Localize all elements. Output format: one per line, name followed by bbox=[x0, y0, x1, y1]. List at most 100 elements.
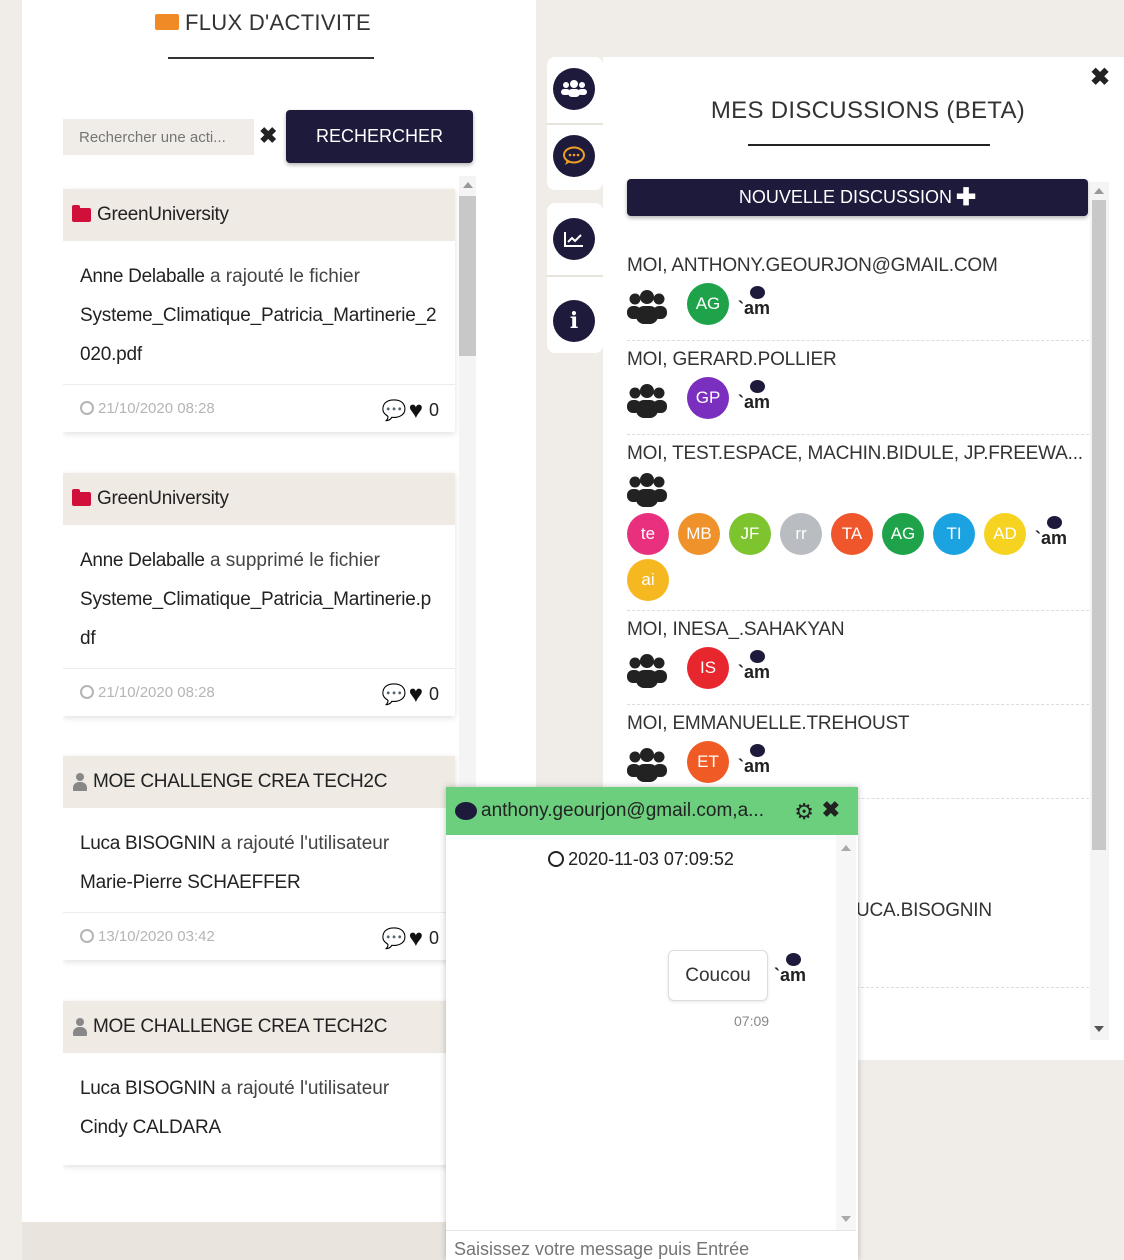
discussion-item[interactable]: MOI, ANTHONY.GEOURJON@GMAIL.COM AG `am bbox=[627, 255, 1089, 341]
activity-search-input[interactable] bbox=[63, 119, 254, 155]
object-name[interactable]: Systeme_Climatique_Patricia_Martinerie.p… bbox=[80, 589, 431, 649]
clock-icon bbox=[80, 685, 94, 699]
heart-icon[interactable]: ♥ bbox=[409, 682, 423, 706]
message-bubble: Coucou bbox=[668, 950, 768, 1001]
discussion-item[interactable]: MOI, GERARD.POLLIER GP `am bbox=[627, 349, 1089, 435]
card-body: Anne Delaballe a rajouté le fichier Syst… bbox=[63, 241, 455, 384]
close-chat-icon[interactable]: ✖ bbox=[822, 797, 840, 823]
activity-card: MOE CHALLENGE CREA TECH2C Luca BISOGNIN … bbox=[63, 1001, 455, 1165]
scroll-thumb[interactable] bbox=[1092, 200, 1106, 850]
conversation-date-text: 2020-11-03 07:09:52 bbox=[568, 849, 734, 869]
discussion-name: MOI, EMMANUELLE.TREHOUST bbox=[627, 713, 910, 734]
group-icon-glyph bbox=[561, 80, 587, 97]
discussion-item[interactable]: UCA.BISOGNIN bbox=[856, 900, 1089, 988]
like-count: 0 bbox=[428, 684, 439, 704]
participant-avatar[interactable]: GP bbox=[687, 377, 729, 419]
settings-icon[interactable]: ⚙ bbox=[794, 799, 814, 825]
activity-card: GreenUniversity Anne Delaballe a rajouté… bbox=[63, 189, 455, 432]
group-icon bbox=[627, 746, 669, 782]
last-sender-avatar: `am bbox=[738, 650, 778, 690]
group-icon[interactable] bbox=[553, 68, 595, 110]
card-header[interactable]: GreenUniversity bbox=[63, 189, 455, 241]
scroll-up-icon[interactable] bbox=[1094, 188, 1104, 194]
scroll-up-icon[interactable] bbox=[841, 845, 851, 851]
message-input[interactable] bbox=[446, 1230, 856, 1260]
chart-line-icon[interactable] bbox=[553, 218, 595, 260]
card-header[interactable]: MOE CHALLENGE CREA TECH2C bbox=[63, 1001, 455, 1053]
chat-scrollbar[interactable] bbox=[836, 835, 856, 1230]
activity-title: FLUX D'ACTIVITE bbox=[155, 10, 371, 36]
chat-header[interactable]: anthony.geourjon@gmail.com,a... ⚙ ✖ bbox=[446, 787, 858, 835]
activity-card: MOE CHALLENGE CREA TECH2C Luca BISOGNIN … bbox=[63, 756, 455, 960]
chat-messages[interactable]: 2020-11-03 07:09:52 Coucou `am 07:09 bbox=[446, 835, 836, 1230]
actor-name[interactable]: Luca BISOGNIN bbox=[80, 833, 216, 854]
card-actions: 💬 ♥ 0 bbox=[382, 926, 439, 951]
activity-date: 21/10/2020 08:28 bbox=[80, 684, 215, 701]
actor-name[interactable]: Anne Delaballe bbox=[80, 266, 205, 287]
group-icon bbox=[627, 382, 669, 418]
card-header[interactable]: GreenUniversity bbox=[63, 473, 455, 525]
participant-avatar[interactable]: IS bbox=[687, 647, 729, 689]
like-count: 0 bbox=[428, 400, 439, 420]
card-body: Luca BISOGNIN a rajouté l'utilisateur Ma… bbox=[63, 808, 455, 912]
action-text: a rajouté l'utilisateur bbox=[220, 833, 390, 854]
discussion-item[interactable]: MOI, INESA_.SAHAKYAN IS `am bbox=[627, 619, 1089, 705]
clear-search-icon[interactable]: ✖ bbox=[259, 123, 277, 149]
space-name: GreenUniversity bbox=[97, 204, 229, 225]
participant-avatar[interactable]: AG bbox=[882, 513, 924, 555]
folder-icon bbox=[72, 489, 91, 506]
discussions-scrollbar[interactable] bbox=[1090, 182, 1109, 1040]
comment-icon[interactable]: 💬 bbox=[382, 926, 407, 951]
search-button[interactable]: RECHERCHER bbox=[286, 110, 473, 163]
actor-name[interactable]: Anne Delaballe bbox=[80, 550, 205, 571]
heart-icon[interactable]: ♥ bbox=[409, 926, 423, 950]
object-name[interactable]: Cindy CALDARA bbox=[80, 1117, 221, 1138]
card-actions: 💬 ♥ 0 bbox=[382, 682, 439, 707]
participant-avatar[interactable]: ai bbox=[627, 559, 669, 601]
last-sender-avatar: `am bbox=[738, 380, 778, 420]
participant-avatar[interactable]: AD bbox=[984, 513, 1026, 555]
scroll-up-icon[interactable] bbox=[463, 182, 473, 188]
card-header[interactable]: MOE CHALLENGE CREA TECH2C bbox=[63, 756, 455, 808]
feed-scrollbar[interactable] bbox=[459, 176, 476, 796]
object-name[interactable]: Marie-Pierre SCHAEFFER bbox=[80, 872, 301, 893]
card-footer: 21/10/2020 08:28 💬 ♥ 0 bbox=[63, 668, 455, 716]
participant-avatar[interactable]: MB bbox=[678, 513, 720, 555]
activity-feed[interactable]: GreenUniversity Anne Delaballe a rajouté… bbox=[63, 176, 477, 1226]
participant-avatar[interactable]: TA bbox=[831, 513, 873, 555]
new-discussion-button[interactable]: NOUVELLE DISCUSSION ✚ bbox=[627, 179, 1088, 216]
participant-avatar[interactable]: TI bbox=[933, 513, 975, 555]
discussion-participants: GP `am bbox=[627, 377, 1089, 423]
heart-icon[interactable]: ♥ bbox=[409, 398, 423, 422]
comment-icon[interactable]: 💬 bbox=[382, 398, 407, 423]
participant-avatar[interactable]: JF bbox=[729, 513, 771, 555]
message-time: 07:09 bbox=[734, 1013, 770, 1029]
scroll-down-icon[interactable] bbox=[841, 1216, 851, 1222]
participant-avatar[interactable]: te bbox=[627, 513, 669, 555]
object-name[interactable]: Systeme_Climatique_Patricia_Martinerie_2… bbox=[80, 305, 437, 365]
participant-avatar[interactable]: AG bbox=[687, 283, 729, 325]
participant-avatar[interactable]: ET bbox=[687, 741, 729, 783]
discussion-item[interactable]: MOI, TEST.ESPACE, MACHIN.BIDULE, JP.FREE… bbox=[627, 443, 1089, 611]
discussion-name: MOI, GERARD.POLLIER bbox=[627, 349, 837, 370]
discussion-participants: AG `am bbox=[627, 283, 1089, 329]
date-text: 21/10/2020 08:28 bbox=[98, 400, 215, 417]
sender-label: `am bbox=[774, 965, 807, 985]
participant-avatar[interactable]: rr bbox=[780, 513, 822, 555]
info-icon[interactable]: i bbox=[553, 300, 595, 342]
discussion-name: MOI, TEST.ESPACE, MACHIN.BIDULE, JP.FREE… bbox=[627, 443, 1083, 464]
chat-icon[interactable] bbox=[553, 135, 595, 177]
scroll-down-icon[interactable] bbox=[1094, 1026, 1104, 1032]
space-name: GreenUniversity bbox=[97, 488, 229, 509]
scroll-thumb[interactable] bbox=[459, 196, 476, 356]
comment-icon[interactable]: 💬 bbox=[382, 682, 407, 707]
action-text: a rajouté l'utilisateur bbox=[220, 1078, 390, 1099]
chart-line-icon-glyph bbox=[564, 232, 583, 247]
close-icon[interactable]: ✖ bbox=[1090, 63, 1110, 92]
date-text: 13/10/2020 03:42 bbox=[98, 928, 215, 945]
activity-title-text: FLUX D'ACTIVITE bbox=[185, 10, 371, 35]
clock-icon bbox=[548, 851, 565, 867]
activity-date: 21/10/2020 08:28 bbox=[80, 400, 215, 417]
rail-divider bbox=[547, 123, 603, 125]
actor-name[interactable]: Luca BISOGNIN bbox=[80, 1078, 216, 1099]
